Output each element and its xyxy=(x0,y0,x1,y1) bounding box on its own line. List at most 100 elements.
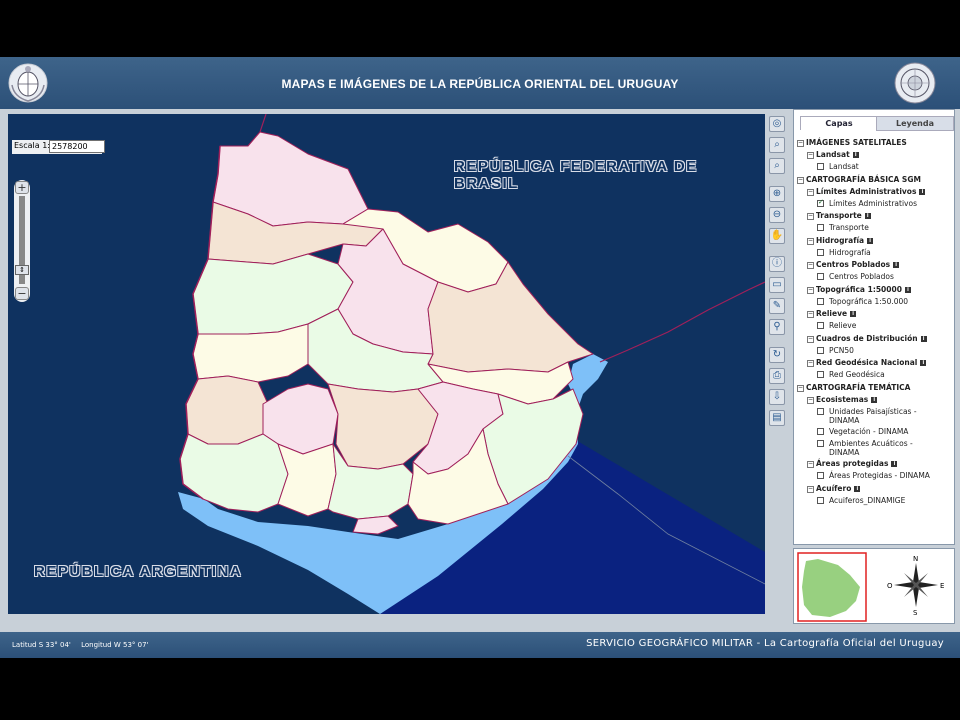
layer-subgroup-label: Red Geodésica Nacional xyxy=(816,358,918,367)
collapse-icon[interactable]: − xyxy=(807,237,814,245)
layer-checkbox[interactable] xyxy=(817,198,824,207)
dept-montevideo xyxy=(352,515,399,535)
collapse-icon[interactable]: − xyxy=(807,335,814,343)
collapse-icon[interactable]: − xyxy=(807,461,814,468)
layer-checkbox[interactable] xyxy=(817,297,824,305)
collapse-icon[interactable]: − xyxy=(807,396,814,404)
layer-checkbox[interactable] xyxy=(817,163,824,170)
collapse-icon[interactable]: − xyxy=(807,311,814,318)
book-icon[interactable]: ▤ xyxy=(769,410,785,426)
tab-leyenda[interactable]: Leyenda xyxy=(876,116,954,131)
sgm-seal-icon xyxy=(894,62,936,104)
longitude-readout: Longitud W 53° 07' xyxy=(81,641,149,649)
compass-e: E xyxy=(940,582,944,590)
point-icon[interactable]: ⚲ xyxy=(769,319,785,335)
layer-group-label: CARTOGRAFÍA TEMÁTICA xyxy=(806,382,911,392)
zoom-thumb-handle[interactable]: ⇕ xyxy=(15,265,29,275)
zoom-full-icon[interactable]: ⌕ xyxy=(769,137,785,153)
refresh-icon[interactable]: ↻ xyxy=(769,347,785,363)
globe-icon[interactable]: ◎ xyxy=(769,116,785,132)
layer-item-label: Topográfica 1:50.000 xyxy=(829,296,909,306)
info-icon[interactable]: i xyxy=(867,237,874,244)
info-icon[interactable]: i xyxy=(919,188,926,195)
layer-checkbox[interactable] xyxy=(817,427,824,435)
layer-checkbox[interactable] xyxy=(817,224,824,231)
zoom-previous-icon[interactable]: ⌕ xyxy=(769,158,785,174)
overview-graphic[interactable]: N S E O xyxy=(794,549,954,623)
zoom-out-icon[interactable]: ⊖ xyxy=(769,207,785,223)
measure-icon[interactable]: ✎ xyxy=(769,298,785,314)
footer-bar: Latitud S 33° 04' Longitud W 53° 07' SER… xyxy=(0,632,960,658)
layer-group-label: CARTOGRAFÍA BÁSICA SGM xyxy=(806,174,921,184)
layer-checkbox[interactable] xyxy=(817,322,824,329)
info-icon[interactable]: i xyxy=(904,286,911,293)
info-icon[interactable]: i xyxy=(850,311,857,317)
layer-checkbox[interactable] xyxy=(817,472,824,479)
info-icon[interactable]: i xyxy=(893,262,900,268)
info-icon[interactable]: i xyxy=(852,152,859,158)
layer-subgroup-label: Áreas protegidas xyxy=(816,459,889,468)
collapse-icon[interactable]: − xyxy=(797,176,804,184)
info-icon[interactable]: i xyxy=(920,360,927,366)
layer-checkbox[interactable] xyxy=(817,371,824,378)
layer-item-label-continued: DINAMA xyxy=(829,448,860,457)
layer-subgroup-label: Transporte xyxy=(816,211,862,220)
layer-checkbox[interactable] xyxy=(817,248,824,256)
overview-map[interactable]: N S E O xyxy=(793,548,955,624)
collapse-icon[interactable]: − xyxy=(807,360,814,367)
info-icon[interactable]: ⓘ xyxy=(769,256,785,272)
print-icon[interactable]: ⎙ xyxy=(769,368,785,384)
info-icon[interactable]: i xyxy=(871,396,878,403)
info-icon[interactable]: i xyxy=(891,461,898,467)
pan-hand-icon[interactable]: ✋ xyxy=(769,228,785,244)
collapse-icon[interactable]: − xyxy=(807,262,814,269)
collapse-icon[interactable]: − xyxy=(797,384,804,392)
panel-tabs: Capas Leyenda xyxy=(794,116,954,131)
layer-item-label: Límites Administrativos xyxy=(829,198,917,208)
collapse-icon[interactable]: − xyxy=(807,286,814,294)
layer-subgroup-label: Relieve xyxy=(816,309,848,318)
layer-item-label-continued: DINAMA xyxy=(829,415,860,425)
latitude-readout: Latitud S 33° 04' xyxy=(12,641,71,649)
collapse-icon[interactable]: − xyxy=(797,140,804,147)
layer-item-label: PCN50 xyxy=(829,345,854,355)
dept-soriano xyxy=(185,375,269,445)
download-icon[interactable]: ⇩ xyxy=(769,389,785,405)
info-icon[interactable]: i xyxy=(864,213,871,219)
layer-checkbox[interactable] xyxy=(817,346,824,354)
layer-item-label: Transporte xyxy=(829,223,869,232)
layer-subgroup-label: Cuadros de Distribución xyxy=(816,333,918,343)
layers-panel: Capas Leyenda − IMÁGENES SATELITALES − Land… xyxy=(793,109,955,545)
layer-group-label: IMÁGENES SATELITALES xyxy=(806,138,907,147)
collapse-icon[interactable]: − xyxy=(807,188,814,196)
layer-item-label: Unidades Paisajísticas - xyxy=(829,406,917,416)
layer-checkbox[interactable] xyxy=(817,273,824,280)
zoom-out-slider-button[interactable]: − xyxy=(15,287,29,300)
zoom-in-icon[interactable]: ⊕ xyxy=(769,186,785,202)
scale-input[interactable] xyxy=(49,140,105,153)
tab-capas[interactable]: Capas xyxy=(800,116,878,130)
layer-checkbox[interactable] xyxy=(817,407,824,415)
collapse-icon[interactable]: − xyxy=(807,152,814,159)
zoom-in-slider-button[interactable]: + xyxy=(15,181,29,194)
layer-checkbox[interactable] xyxy=(817,496,824,504)
scale-label: Escala 1: xyxy=(14,141,50,150)
layer-item-label: Áreas Protegidas - DINAMA xyxy=(829,471,930,480)
brasil-border-east xyxy=(599,281,765,363)
coordinates-readout: Latitud S 33° 04' Longitud W 53° 07' xyxy=(12,641,156,649)
layer-item-label: Hidrografía xyxy=(829,247,871,257)
tooltip-icon[interactable]: ▭ xyxy=(769,277,785,293)
layer-checkbox[interactable] xyxy=(817,440,824,447)
layer-subgroup-label: Centros Poblados xyxy=(816,260,891,269)
scale-box: Escala 1: xyxy=(12,140,105,154)
compass-s: S xyxy=(913,609,918,617)
zoom-slider[interactable]: + ⇕ − xyxy=(14,180,30,302)
info-icon[interactable]: i xyxy=(920,335,927,342)
app-frame: MAPAS E IMÁGENES DE LA REPÚBLICA ORIENTA… xyxy=(0,57,960,658)
layer-subgroup-label: Ecosistemas xyxy=(816,394,869,404)
collapse-icon[interactable]: − xyxy=(807,485,814,493)
collapse-icon[interactable]: − xyxy=(807,213,814,220)
layer-item-label: Acuiferos_DINAMIGE xyxy=(829,495,906,505)
map-viewer[interactable]: REPÚBLICA FEDERATIVA DE BRASIL REPÚBLICA… xyxy=(8,114,765,614)
info-icon[interactable]: i xyxy=(854,485,861,492)
